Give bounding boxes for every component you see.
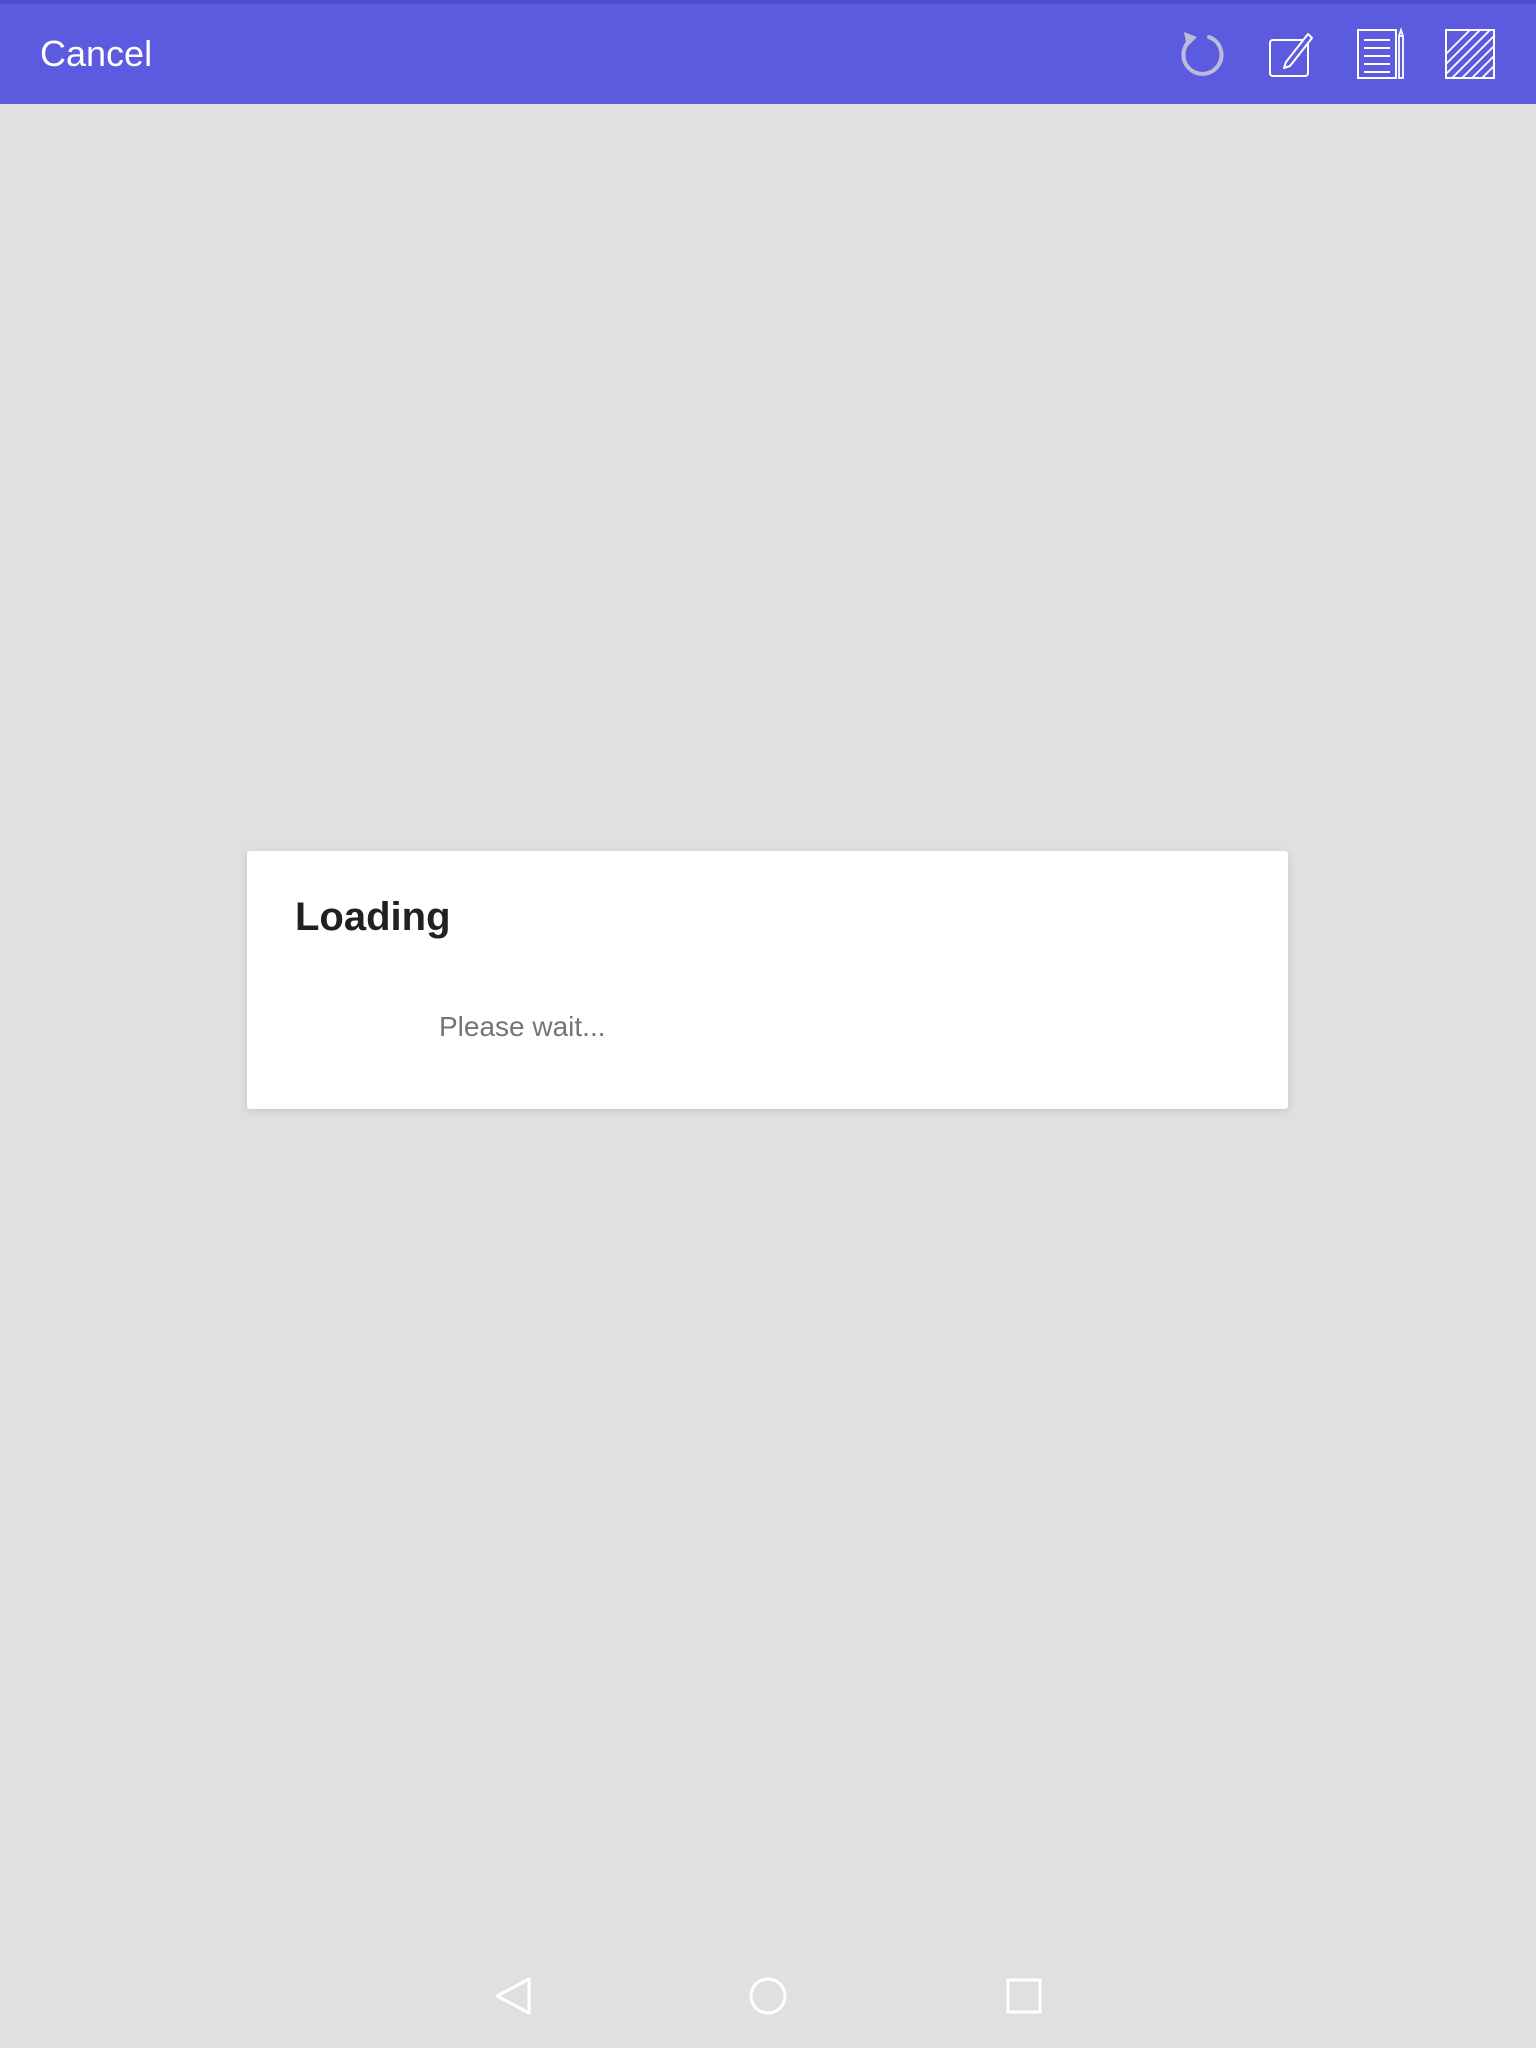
back-icon[interactable] — [482, 1966, 542, 2026]
top-toolbar: Cancel — [0, 4, 1536, 104]
document-pen-icon[interactable] — [1352, 26, 1408, 82]
refresh-icon[interactable] — [1172, 26, 1228, 82]
edit-icon[interactable] — [1262, 26, 1318, 82]
hatch-pattern-icon[interactable] — [1442, 26, 1498, 82]
recent-apps-icon[interactable] — [994, 1966, 1054, 2026]
system-navigation-bar — [0, 1944, 1536, 2048]
dialog-title: Loading — [295, 895, 451, 939]
cancel-button[interactable]: Cancel — [40, 28, 152, 80]
home-icon[interactable] — [738, 1966, 798, 2026]
loading-dialog: Loading Please wait... — [247, 851, 1288, 1109]
dialog-message: Please wait... — [439, 1011, 606, 1042]
